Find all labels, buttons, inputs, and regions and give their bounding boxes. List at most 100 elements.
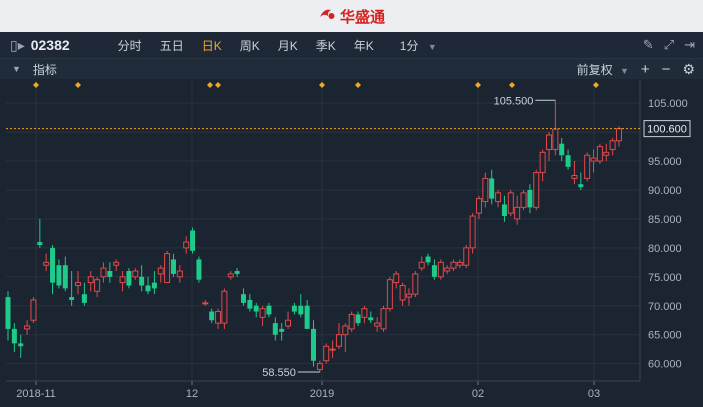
candle-body[interactable] [355,314,361,324]
candle-body[interactable] [475,198,482,214]
candle-body[interactable] [463,247,470,266]
candle-body[interactable] [157,267,164,275]
candle-body[interactable] [18,343,24,347]
candle-body[interactable] [374,322,381,327]
candle-body[interactable] [113,261,120,266]
candle-body[interactable] [291,305,297,312]
adjust-select[interactable]: 前复权 ▼ [577,61,629,78]
candle-body[interactable] [444,267,451,272]
candle-body[interactable] [431,265,437,277]
candle-body[interactable] [380,308,387,330]
candle-body[interactable] [329,348,336,351]
tab-2[interactable]: 日K [202,37,222,54]
tab-4[interactable]: 月K [278,37,298,54]
candle-body[interactable] [514,206,521,220]
collapse-icon[interactable]: ▼ [12,64,21,74]
candle-body[interactable] [266,305,272,315]
candle-body[interactable] [399,284,406,301]
candle-body[interactable] [56,265,62,286]
candle-body[interactable] [43,261,50,266]
candle-body[interactable] [412,273,419,295]
candle-body[interactable] [520,192,527,208]
candle-body[interactable] [164,253,171,284]
candle-body[interactable] [311,328,316,361]
candle-body[interactable] [469,215,476,249]
candle-body[interactable] [545,134,552,150]
candle-body[interactable] [145,285,151,292]
candle-body[interactable] [196,259,202,280]
add-icon[interactable]: + [641,61,650,78]
candle-body[interactable] [565,155,571,167]
candle-body[interactable] [616,128,622,142]
candle-body[interactable] [552,128,559,150]
candle-body[interactable] [298,305,304,315]
candle-body[interactable] [37,242,43,245]
tab-3[interactable]: 周K [240,37,260,54]
candlestick-chart[interactable]: 105.000100.00095.00090.00085.00080.00075… [0,80,703,407]
candle-body[interactable] [279,328,285,332]
candle-body[interactable] [107,271,113,277]
candle-body[interactable] [183,241,190,249]
candle-body[interactable] [132,270,139,278]
candle-body[interactable] [501,204,507,217]
candle-body[interactable] [170,259,176,274]
candle-body[interactable] [405,293,412,298]
candle-body[interactable] [527,189,533,208]
candle-body[interactable] [437,261,444,278]
candle-body[interactable] [202,302,209,305]
candle-body[interactable] [253,305,259,312]
candle-body[interactable] [100,267,107,278]
gear-icon[interactable]: ⚙ [682,61,695,78]
candle-body[interactable] [272,323,278,335]
candle-body[interactable] [361,308,368,318]
candle-body[interactable] [221,290,228,324]
candle-body[interactable] [304,305,310,329]
candle-body[interactable] [425,256,431,263]
candle-body[interactable] [285,319,292,327]
candle-body[interactable] [30,299,37,321]
candle-body[interactable] [240,294,246,303]
candle-body[interactable] [81,294,87,303]
exit-icon[interactable]: ⇥ [684,37,695,53]
candle-body[interactable] [11,328,17,344]
candle-body[interactable] [571,175,578,179]
candle-body[interactable] [215,311,222,324]
candle-body[interactable] [368,317,374,321]
candle-body[interactable] [247,299,253,309]
candle-body[interactable] [62,265,68,289]
candle-body[interactable] [69,297,75,300]
candle-body[interactable] [75,282,82,286]
candle-body[interactable] [603,151,610,156]
sidebar-toggle-icon[interactable]: ▯▸ [10,37,25,54]
candle-body[interactable] [190,230,196,251]
candle-body[interactable] [596,146,603,162]
candle-body[interactable] [139,276,145,286]
fullscreen-icon[interactable]: ⤢ [664,37,674,53]
candle-body[interactable] [87,276,94,284]
candle-body[interactable] [559,143,565,156]
candle-body[interactable] [209,311,215,321]
candle-body[interactable] [456,261,463,266]
candle-body[interactable] [5,297,11,329]
candle-body[interactable] [495,192,502,203]
minus-icon[interactable]: − [662,61,671,78]
candle-body[interactable] [50,247,56,283]
candle-body[interactable] [450,261,457,269]
candle-body[interactable] [393,273,400,284]
candle-body[interactable] [584,154,591,179]
candle-body[interactable] [418,261,425,269]
candle-body[interactable] [609,140,616,150]
candle-body[interactable] [24,325,31,330]
interval-select[interactable]: 1分 ▼ [400,37,437,54]
candle-body[interactable] [335,334,342,347]
candle-body[interactable] [590,157,597,162]
candle-body[interactable] [151,282,157,289]
candle-body[interactable] [489,178,495,199]
tab-0[interactable]: 分时 [118,37,142,54]
candle-body[interactable] [323,345,330,362]
candle-body[interactable] [342,325,349,336]
candle-body[interactable] [348,313,355,330]
tab-6[interactable]: 年K [354,37,374,54]
tab-5[interactable]: 季K [316,37,336,54]
candle-body[interactable] [316,363,323,370]
